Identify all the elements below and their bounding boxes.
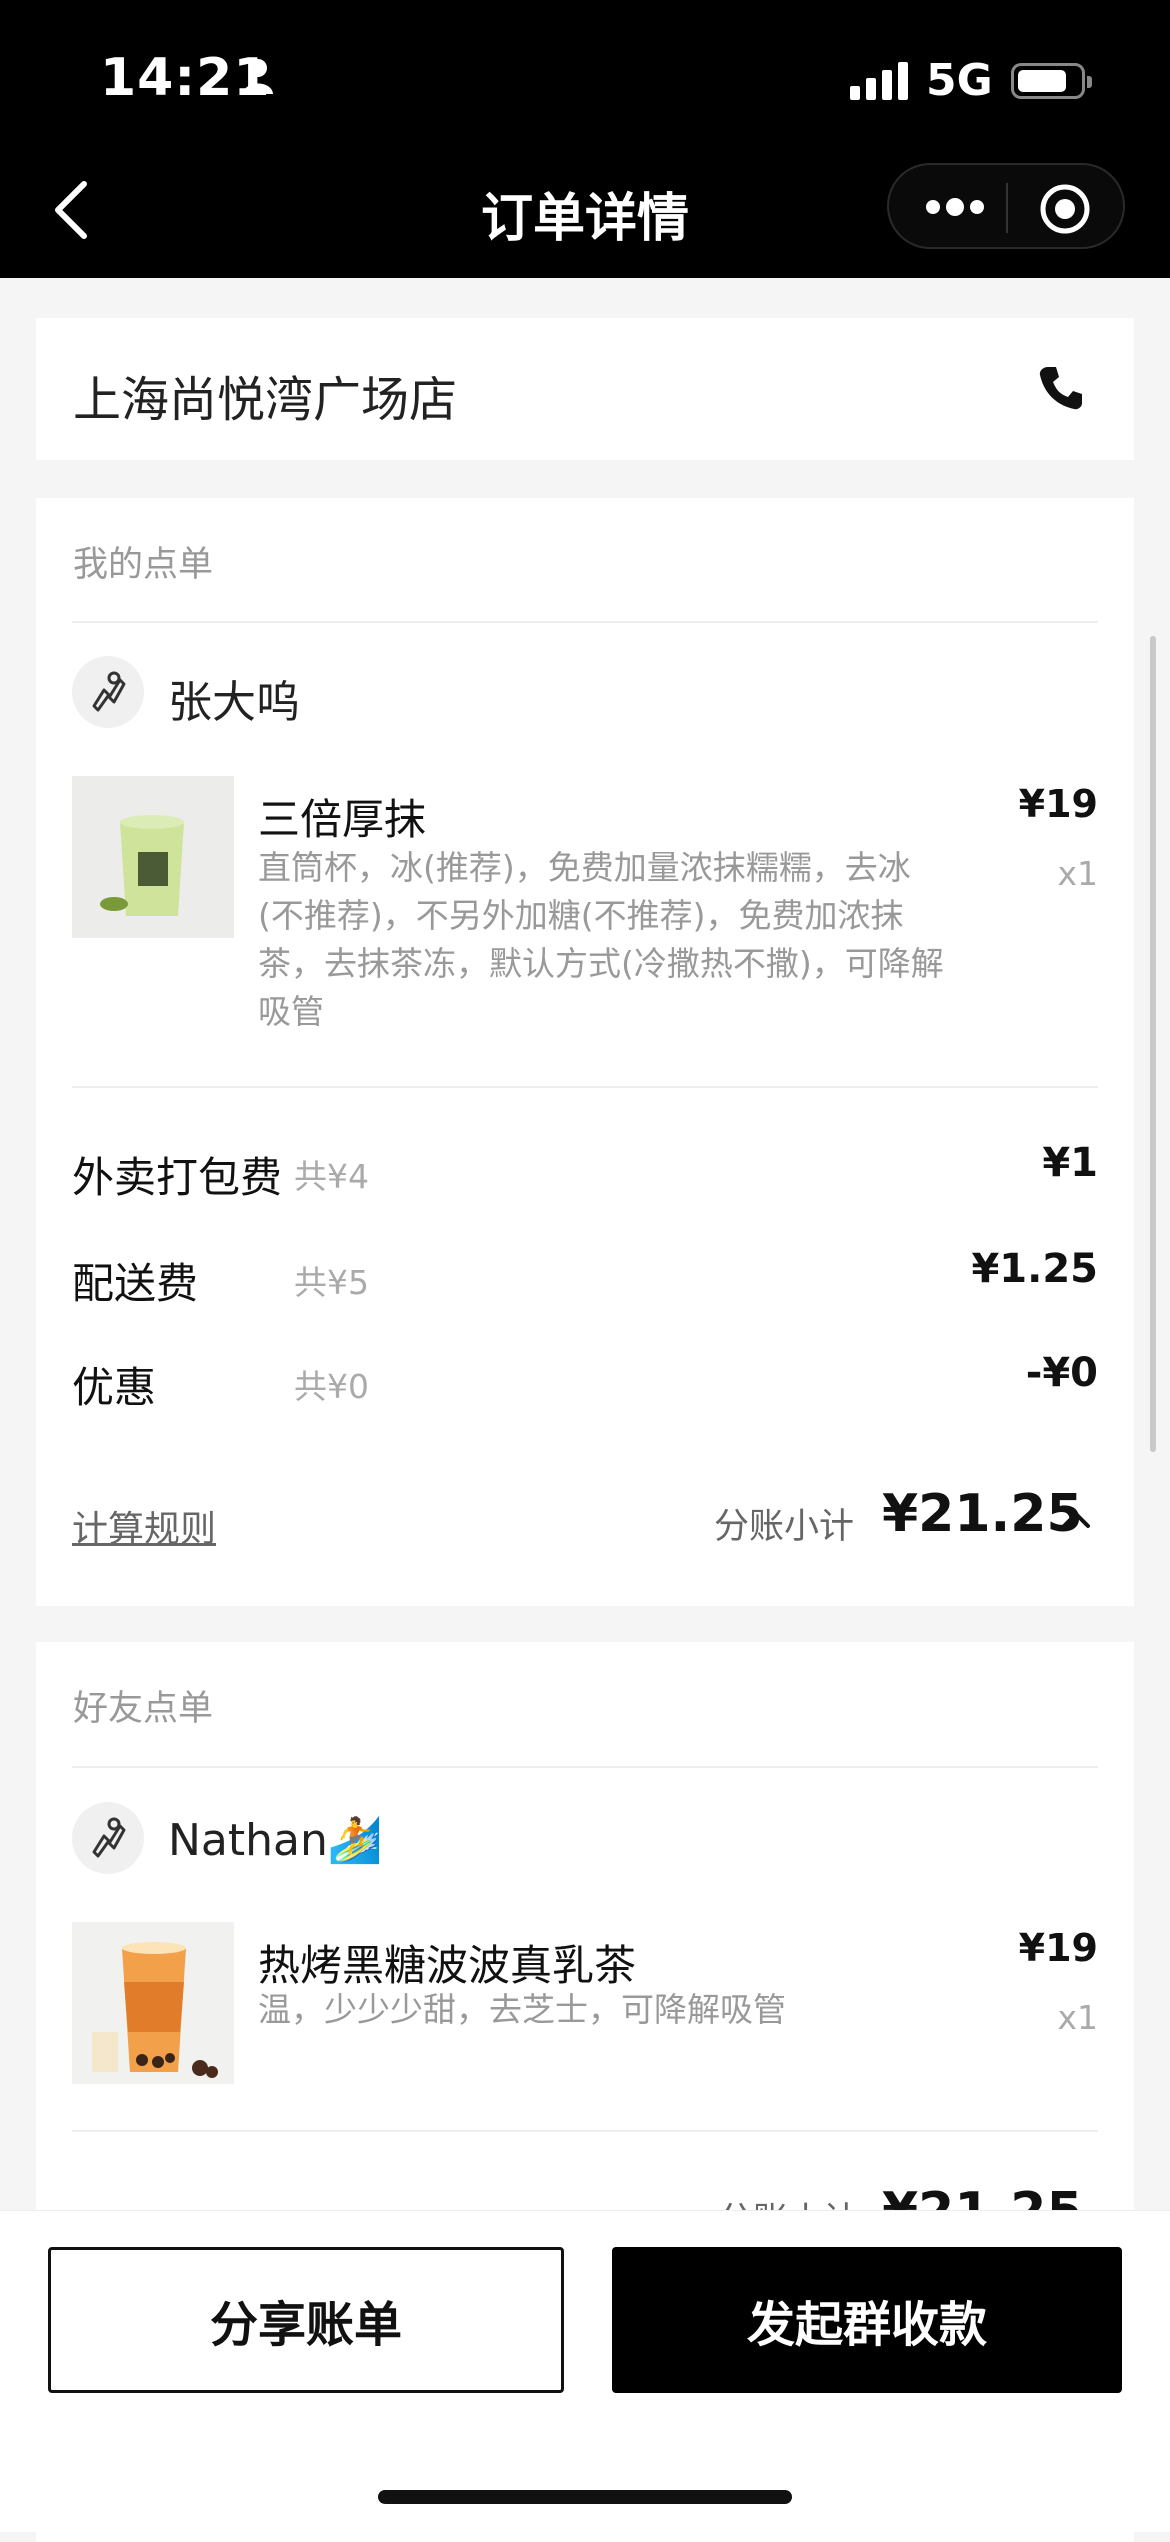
top-header: 14:21 5G 订单详情 [0,0,1170,278]
share-bill-button[interactable]: 分享账单 [48,2247,564,2393]
my-order-card: 我的点单 张大呜 三倍厚抹 直筒杯，冰(推荐)，免费加量浓抹糯糯，去冰 (不推荐… [36,498,1134,1606]
avatar [72,656,144,728]
friends-subtotal-row: 分账小计 ¥21.25 [36,2182,1134,2212]
subtotal-label: 分账小计 [718,2192,858,2212]
divider [72,2130,1098,2132]
avatar-icon [92,671,126,712]
divider [72,1086,1098,1088]
scrollbar[interactable] [1150,636,1156,1452]
section-label-friends-order: 好友点单 [73,1689,214,1729]
product-thumbnail [72,1922,234,2084]
item-desc-line: 茶，去抹茶冻，默认方式(冷撒热不撒)，可降解 [258,944,944,983]
store-card: 上海尚悦湾广场店 [36,318,1134,460]
more-dots-icon[interactable] [925,195,985,223]
bottom-action-bar: 分享账单 发起群收款 [0,2210,1170,2532]
person-icon [242,58,274,98]
subtotal-value: ¥21.25 [882,2182,1083,2212]
item-quantity: x1 [1057,1998,1098,2037]
fee-label-discount: 优惠 [72,1363,157,1412]
item-desc-line: (不推荐)，不另外加糖(不推荐)，免费加浓抹 [258,896,904,935]
item-desc-line: 直筒杯，冰(推荐)，免费加量浓抹糯糯，去冰 [258,848,911,887]
capsule-divider [1006,183,1008,233]
mini-program-capsule [887,163,1125,249]
fee-amount-packing: ¥1 [1042,1140,1098,1186]
group-collect-button[interactable]: 发起群收款 [612,2247,1122,2393]
product-thumbnail [72,776,234,938]
network-label: 5G [926,55,993,106]
item-quantity: x1 [1057,854,1098,893]
chevron-up-icon[interactable] [1060,1508,1092,1534]
status-right: 5G [850,55,1092,106]
item-desc-line: 吸管 [258,992,324,1031]
fee-label-packing: 外卖打包费 [72,1153,283,1202]
item-price: ¥19 [1018,1926,1098,1970]
username: Nathan🏄 [168,1815,383,1866]
avatar [72,1802,144,1874]
fee-label-delivery: 配送费 [72,1259,199,1308]
store-name: 上海尚悦湾广场店 [73,372,458,428]
avatar-icon [92,1817,126,1858]
home-indicator [378,2490,792,2504]
fee-sub-discount: 共¥0 [294,1367,369,1406]
battery-icon [1010,62,1092,99]
fee-amount-delivery: ¥1.25 [971,1246,1098,1292]
username: 张大呜 [168,677,300,728]
item-description: 直筒杯，冰(推荐)，免费加量浓抹糯糯，去冰 (不推荐)，不另外加糖(不推荐)，免… [258,844,958,1036]
fee-sub-delivery: 共¥5 [294,1263,369,1302]
item-description: 温，少少少甜，去芝士，可降解吸管 [258,1990,786,2029]
divider [72,621,1098,623]
fee-sub-packing: 共¥4 [294,1157,369,1196]
calculation-rules-link[interactable]: 计算规则 [72,1500,216,1552]
divider [72,1766,1098,1768]
section-label-my-order: 我的点单 [73,545,214,585]
subtotal-label: 分账小计 [714,1507,855,1547]
item-price: ¥19 [1018,782,1098,826]
subtotal-value: ¥21.25 [882,1484,1083,1544]
signal-icon [850,61,908,100]
phone-icon[interactable] [1036,363,1086,417]
fee-amount-discount: -¥0 [1025,1350,1098,1396]
item-name: 热烤黑糖波波真乳茶 [258,1941,637,1990]
item-name: 三倍厚抹 [258,795,427,844]
target-icon[interactable] [1039,183,1091,239]
